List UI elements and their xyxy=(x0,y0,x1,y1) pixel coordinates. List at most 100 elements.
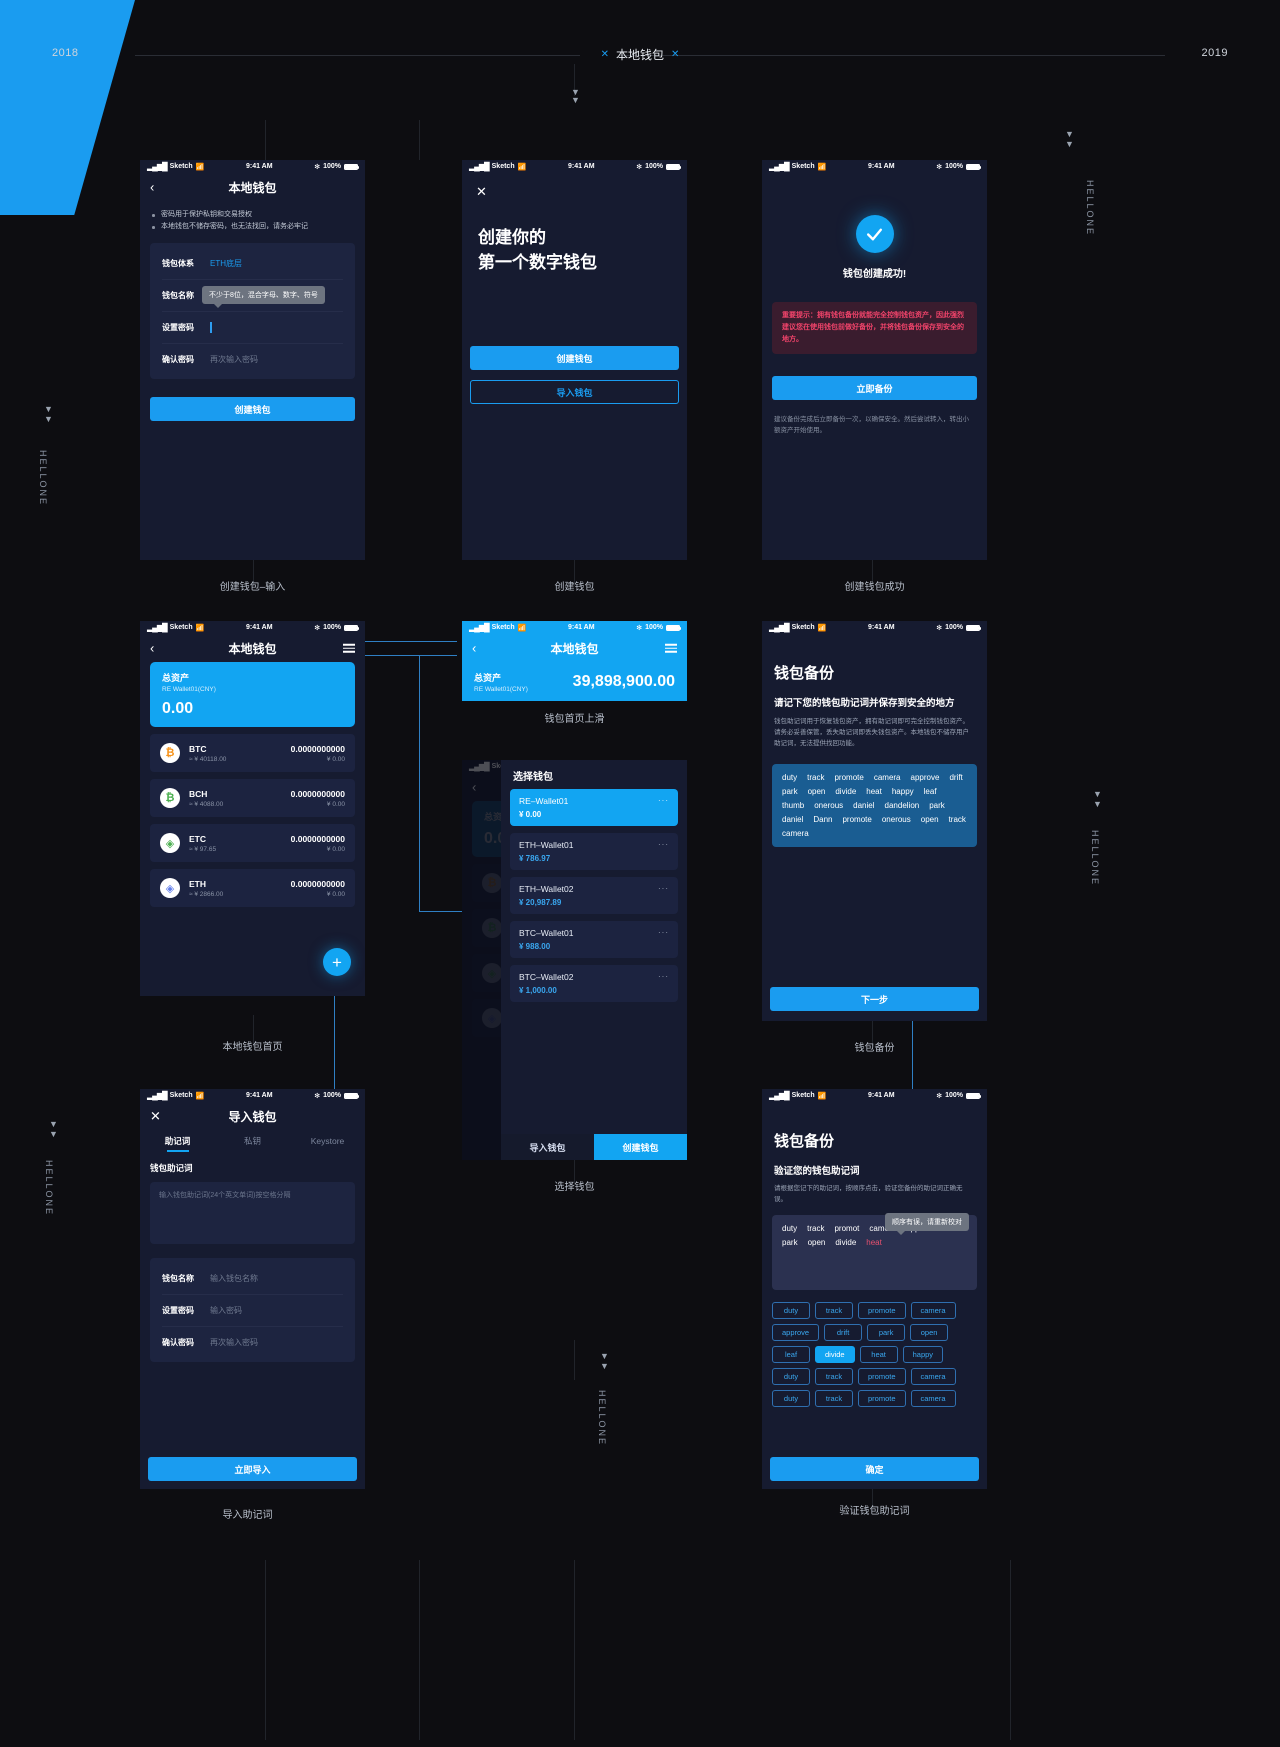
picker-title: 选择钱包 xyxy=(513,772,553,783)
wallet-row[interactable]: ··· ETH–Wallet02 ¥ 20,987.89 xyxy=(510,877,678,914)
field-confirm-password[interactable]: 确认密码 再次输入密码 xyxy=(150,343,355,375)
import-now-button[interactable]: 立即导入 xyxy=(148,1457,357,1481)
guide-line xyxy=(1010,1560,1011,1740)
more-icon[interactable]: ··· xyxy=(658,884,669,893)
mnemonic-word: onerous xyxy=(814,801,844,810)
confirm-button[interactable]: 确定 xyxy=(770,1457,979,1481)
field-set-password[interactable]: 设置密码 xyxy=(150,311,355,343)
create-wallet-button[interactable]: 创建钱包 xyxy=(150,397,355,421)
field-confirm-password[interactable]: 确认密码 再次输入密码 xyxy=(150,1326,355,1358)
next-step-button[interactable]: 下一步 xyxy=(770,987,979,1011)
create-wallet-button[interactable]: 创建钱包 xyxy=(470,346,679,370)
word-chip[interactable]: duty xyxy=(772,1390,810,1407)
field-label: 设置密码 xyxy=(162,322,194,332)
wallet-row[interactable]: ··· BTC–Wallet02 ¥ 1,000.00 xyxy=(510,965,678,1002)
word-chip[interactable]: promote xyxy=(858,1368,906,1385)
canvas-tab[interactable]: ✕ 本地钱包 ✕ xyxy=(601,46,680,63)
more-icon[interactable]: ··· xyxy=(658,928,669,937)
word-chip[interactable]: track xyxy=(815,1368,853,1385)
screen-caption: 创建钱包 xyxy=(554,582,595,593)
tab-private-key[interactable]: 私钥 xyxy=(215,1130,290,1152)
coin-row-bch[interactable]: ₿ BCH ≈ ¥ 4088.00 0.0000000000 ¥ 0.00 xyxy=(150,779,355,817)
screen-wallet-home-scrolled: ▂▄▆█ Sketch 📶 9:41 AM ✻ 100% ‹ 本地钱包 总资产 … xyxy=(462,621,687,701)
side-watermark: HELLONE xyxy=(597,1390,607,1447)
menu-icon[interactable] xyxy=(343,643,355,653)
word-chip[interactable]: happy xyxy=(902,1346,944,1363)
word-chip[interactable]: leaf xyxy=(772,1346,810,1363)
word-chip[interactable]: drift xyxy=(824,1324,863,1341)
connector-line xyxy=(912,1015,913,1100)
carrier-label: Sketch xyxy=(169,163,193,170)
signal-icon: ▂▄▆█ xyxy=(769,1091,790,1100)
coin-row-eth[interactable]: ◈ ETH ≈ ¥ 2866.00 0.0000000000 ¥ 0.00 xyxy=(150,869,355,907)
mnemonic-word: Dann xyxy=(813,815,833,824)
signal-icon: ▂▄▆█ xyxy=(147,623,168,632)
status-bar: ▂▄▆█ Sketch 📶 9:41 AM ✻ 100% xyxy=(762,160,987,173)
mnemonic-word: promot xyxy=(834,1224,860,1233)
add-wallet-fab[interactable]: + xyxy=(323,948,351,976)
wallet-row[interactable]: ··· BTC–Wallet01 ¥ 988.00 xyxy=(510,921,678,958)
bluetooth-icon: ✻ xyxy=(314,1092,321,1100)
import-tabs: 助记词 私钥 Keystore xyxy=(140,1130,365,1152)
screen-create-wallet-success: ▂▄▆█ Sketch 📶 9:41 AM ✻ 100% 钱包创建成功! 重要提… xyxy=(762,160,987,560)
more-icon[interactable]: ··· xyxy=(658,972,669,981)
wallet-row[interactable]: ··· ETH–Wallet01 ¥ 786.97 xyxy=(510,833,678,870)
coin-row-btc[interactable]: ₿ BTC ≈ ¥ 40118.00 0.0000000000 ¥ 0.00 xyxy=(150,734,355,772)
back-icon[interactable]: ‹ xyxy=(472,642,476,655)
asset-subtitle: RE Wallet01(CNY) xyxy=(162,686,216,693)
mnemonic-word: thumb xyxy=(782,801,805,810)
close-icon-right[interactable]: ✕ xyxy=(671,49,679,60)
back-icon[interactable]: ‹ xyxy=(150,181,154,194)
word-chip[interactable]: camera xyxy=(910,1302,956,1319)
word-chip[interactable]: promote xyxy=(858,1390,906,1407)
word-chip[interactable]: approve xyxy=(772,1324,820,1341)
coin-fiat: ¥ 0.00 xyxy=(326,800,345,808)
field-set-password[interactable]: 设置密码 输入密码 xyxy=(150,1294,355,1326)
battery-percent: 100% xyxy=(945,1092,963,1099)
page-title: 本地钱包 xyxy=(228,641,277,656)
collapsed-asset-bar: 总资产 RE Wallet01(CNY) 39,898,900.00 xyxy=(462,662,687,701)
word-chip[interactable]: track xyxy=(815,1390,853,1407)
field-wallet-system[interactable]: 钱包体系 ETH底层 xyxy=(150,247,355,279)
wallet-row[interactable]: ··· RE–Wallet01 ¥ 0.00 xyxy=(510,789,678,826)
clock-label: 9:41 AM xyxy=(567,163,595,170)
clock-label: 9:41 AM xyxy=(245,163,273,170)
word-chip[interactable]: promote xyxy=(858,1302,906,1319)
mnemonic-input[interactable]: 输入钱包助记词(24个英文单词)按空格分隔 xyxy=(150,1182,355,1244)
wallet-name: BTC–Wallet02 xyxy=(519,972,574,982)
total-asset-card[interactable]: 总资产 RE Wallet01(CNY) 0.00 xyxy=(150,662,355,727)
wallet-balance: ¥ 20,987.89 xyxy=(519,898,562,907)
word-chip[interactable]: park xyxy=(867,1324,906,1341)
screen-create-wallet-intro: ▂▄▆█ Sketch 📶 9:41 AM ✻ 100% ✕ 创建你的 第一个数… xyxy=(462,160,687,560)
menu-icon[interactable] xyxy=(665,643,677,653)
mnemonic-word: divide xyxy=(835,787,857,796)
backup-now-button[interactable]: 立即备份 xyxy=(772,376,977,400)
field-wallet-name[interactable]: 钱包名称 输入钱包名称 xyxy=(150,1262,355,1294)
import-wallet-button[interactable]: 导入钱包 xyxy=(470,380,679,404)
mnemonic-word: leaf xyxy=(923,787,937,796)
mnemonic-word: track xyxy=(807,773,825,782)
chip-row: duty track promote camera xyxy=(772,1368,977,1385)
create-wallet-button[interactable]: 创建钱包 xyxy=(594,1134,687,1160)
import-wallet-button[interactable]: 导入钱包 xyxy=(501,1134,594,1160)
tab-mnemonic[interactable]: 助记词 xyxy=(140,1130,215,1152)
word-chip-selected[interactable]: divide xyxy=(815,1346,855,1363)
word-chip[interactable]: camera xyxy=(910,1390,956,1407)
word-chip[interactable]: open xyxy=(910,1324,949,1341)
close-icon-left[interactable]: ✕ xyxy=(601,49,609,60)
back-icon[interactable]: ‹ xyxy=(150,642,154,655)
word-chip[interactable]: duty xyxy=(772,1368,810,1385)
tab-keystore[interactable]: Keystore xyxy=(290,1130,365,1152)
close-icon[interactable]: ✕ xyxy=(150,1110,161,1123)
more-icon[interactable]: ··· xyxy=(658,796,669,805)
word-chip[interactable]: duty xyxy=(772,1302,810,1319)
word-chip[interactable]: camera xyxy=(910,1368,956,1385)
coin-row-etc[interactable]: ◈ ETC ≈ ¥ 97.65 0.0000000000 ¥ 0.00 xyxy=(150,824,355,862)
more-icon[interactable]: ··· xyxy=(658,840,669,849)
word-chip[interactable]: track xyxy=(815,1302,853,1319)
mnemonic-word: promote xyxy=(834,773,864,782)
close-icon[interactable]: ✕ xyxy=(476,184,487,199)
word-chip[interactable]: heat xyxy=(859,1346,898,1363)
import-form: 钱包名称 输入钱包名称 设置密码 输入密码 确认密码 再次输入密码 xyxy=(150,1258,355,1362)
wifi-icon: 📶 xyxy=(817,1092,827,1100)
